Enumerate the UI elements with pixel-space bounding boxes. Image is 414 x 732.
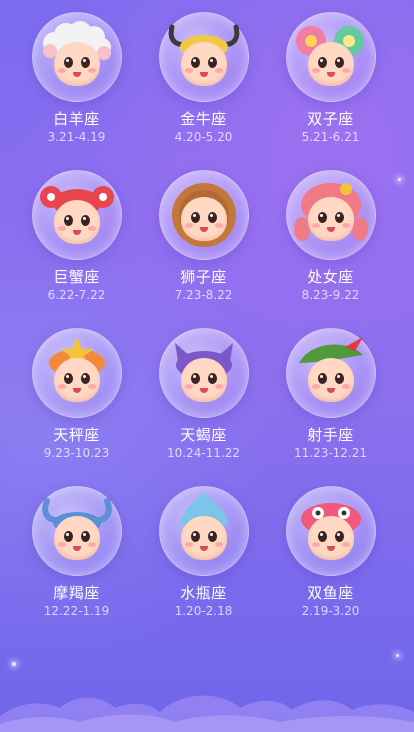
aquarius-icon bbox=[158, 486, 249, 576]
taurus-icon bbox=[158, 12, 249, 102]
zodiac-name: 金牛座 bbox=[180, 110, 227, 128]
cancer-icon bbox=[31, 170, 122, 260]
zodiac-name: 巨蟹座 bbox=[53, 268, 100, 286]
zodiac-item[interactable]: 狮子座 7.23-8.22 bbox=[140, 170, 267, 310]
zodiac-name: 白羊座 bbox=[53, 110, 100, 128]
capricorn-icon bbox=[31, 486, 122, 576]
zodiac-name: 双子座 bbox=[307, 110, 354, 128]
zodiac-item[interactable]: 射手座 11.23-12.21 bbox=[267, 328, 394, 468]
zodiac-date-range: 9.23-10.23 bbox=[43, 446, 110, 460]
zodiac-date-range: 7.23-8.22 bbox=[174, 288, 233, 302]
zodiac-item[interactable]: 巨蟹座 6.22-7.22 bbox=[13, 170, 140, 310]
zodiac-item[interactable]: 天秤座 9.23-10.23 bbox=[13, 328, 140, 468]
zodiac-item[interactable]: 金牛座 4.20-5.20 bbox=[140, 12, 267, 152]
zodiac-name: 摩羯座 bbox=[53, 584, 100, 602]
sagittarius-icon bbox=[285, 328, 376, 418]
zodiac-date-range: 5.21-6.21 bbox=[301, 130, 360, 144]
zodiac-name: 射手座 bbox=[307, 426, 354, 444]
zodiac-date-range: 3.21-4.19 bbox=[47, 130, 106, 144]
leo-icon bbox=[158, 170, 249, 260]
zodiac-name: 水瓶座 bbox=[180, 584, 227, 602]
zodiac-name: 天蝎座 bbox=[180, 426, 227, 444]
sparkle-decoration bbox=[396, 654, 399, 657]
clouds-decoration bbox=[0, 695, 414, 732]
zodiac-date-range: 10.24-11.22 bbox=[166, 446, 241, 460]
zodiac-item[interactable]: 水瓶座 1.20-2.18 bbox=[140, 486, 267, 626]
zodiac-item[interactable]: 天蝎座 10.24-11.22 bbox=[140, 328, 267, 468]
zodiac-name: 狮子座 bbox=[180, 268, 227, 286]
scorpio-icon bbox=[158, 328, 249, 418]
zodiac-name: 天秤座 bbox=[53, 426, 100, 444]
zodiac-item[interactable]: 白羊座 3.21-4.19 bbox=[13, 12, 140, 152]
zodiac-item[interactable]: 摩羯座 12.22-1.19 bbox=[13, 486, 140, 626]
gemini-icon bbox=[285, 12, 376, 102]
virgo-icon bbox=[285, 170, 376, 260]
pisces-icon bbox=[285, 486, 376, 576]
sparkle-decoration bbox=[12, 662, 16, 666]
zodiac-name: 双鱼座 bbox=[307, 584, 354, 602]
aries-icon bbox=[31, 12, 122, 102]
zodiac-date-range: 8.23-9.22 bbox=[301, 288, 360, 302]
zodiac-date-range: 12.22-1.19 bbox=[43, 604, 110, 618]
zodiac-item[interactable]: 双鱼座 2.19-3.20 bbox=[267, 486, 394, 626]
zodiac-date-range: 2.19-3.20 bbox=[301, 604, 360, 618]
zodiac-item[interactable]: 双子座 5.21-6.21 bbox=[267, 12, 394, 152]
zodiac-date-range: 4.20-5.20 bbox=[174, 130, 233, 144]
zodiac-date-range: 1.20-2.18 bbox=[174, 604, 233, 618]
zodiac-date-range: 6.22-7.22 bbox=[47, 288, 106, 302]
zodiac-date-range: 11.23-12.21 bbox=[293, 446, 368, 460]
libra-icon bbox=[31, 328, 122, 418]
zodiac-name: 处女座 bbox=[307, 268, 354, 286]
zodiac-grid: 白羊座 3.21-4.19 金牛座 4.20-5.20 双子座 5.21-6.21 巨… bbox=[0, 12, 414, 626]
zodiac-item[interactable]: 处女座 8.23-9.22 bbox=[267, 170, 394, 310]
